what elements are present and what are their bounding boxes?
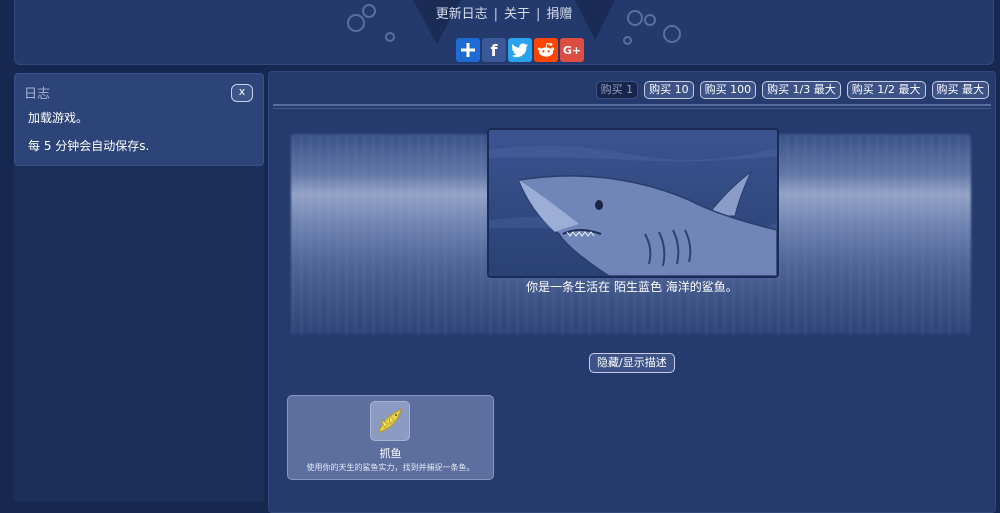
shark-portrait-image — [487, 128, 779, 278]
top-nav: 更新日志 | 关于 | 捐赠 — [15, 3, 993, 22]
action-name: 抓鱼 — [379, 447, 402, 460]
google-plus-share-button[interactable]: G+ — [560, 38, 584, 62]
fish-icon — [378, 407, 402, 433]
buy-third-max-button[interactable]: 购买 1/3 最大 — [762, 81, 841, 99]
divider — [273, 108, 991, 109]
bubble-decoration — [623, 36, 632, 45]
share-button[interactable] — [456, 38, 480, 62]
bubble-decoration — [663, 25, 681, 43]
nav-separator: | — [536, 7, 541, 22]
log-panel: 日志 x 加载游戏。 每 5 分钟会自动保存s. — [14, 73, 264, 166]
log-message: 每 5 分钟会自动保存s. — [28, 139, 150, 153]
twitter-share-button[interactable] — [508, 38, 532, 62]
action-icon-box — [370, 401, 410, 441]
twitter-icon — [511, 43, 528, 58]
shark-illustration — [489, 130, 777, 276]
buy-max-button[interactable]: 购买 最大 — [931, 81, 989, 99]
facebook-icon: f — [490, 40, 498, 60]
nav-about-link[interactable]: 关于 — [504, 7, 530, 22]
nav-changelog-link[interactable]: 更新日志 — [436, 7, 488, 22]
main-panel: 购买 1 购买 10 购买 100 购买 1/3 最大 购买 1/2 最大 购买… — [268, 71, 996, 513]
divider — [273, 104, 991, 106]
buy-amount-bar: 购买 1 购买 10 购买 100 购买 1/3 最大 购买 1/2 最大 购买… — [595, 81, 989, 99]
buy-half-max-button[interactable]: 购买 1/2 最大 — [846, 81, 926, 99]
log-close-button[interactable]: x — [231, 84, 253, 102]
buy-100-button[interactable]: 购买 100 — [699, 81, 757, 99]
facebook-share-button[interactable]: f — [482, 38, 506, 62]
log-message: 加载游戏。 — [28, 111, 89, 125]
nav-separator: | — [493, 7, 498, 22]
bubble-decoration — [385, 32, 395, 42]
action-description: 使用你的天生的鲨鱼实力，找到并捕捉一条鱼。 — [306, 463, 475, 472]
buy-1-button[interactable]: 购买 1 — [595, 81, 639, 99]
plus-icon — [461, 43, 475, 57]
google-plus-icon: G+ — [562, 43, 582, 57]
left-column-background — [14, 165, 264, 501]
social-share-bar: f G+ — [456, 38, 584, 62]
scene-description: 你是一条生活在 陌生蓝色 海洋的鲨鱼。 — [526, 280, 738, 294]
nav-donate-link[interactable]: 捐赠 — [546, 7, 572, 22]
buy-10-button[interactable]: 购买 10 — [644, 81, 694, 99]
reddit-share-button[interactable] — [534, 38, 558, 62]
reddit-icon — [537, 42, 555, 57]
log-title: 日志 — [24, 87, 51, 102]
toggle-description-button[interactable]: 隐藏/显示描述 — [589, 353, 675, 373]
header-bar: 更新日志 | 关于 | 捐赠 f G+ — [14, 0, 994, 65]
catch-fish-action-card[interactable]: 抓鱼 使用你的天生的鲨鱼实力，找到并捕捉一条鱼。 — [287, 395, 494, 480]
